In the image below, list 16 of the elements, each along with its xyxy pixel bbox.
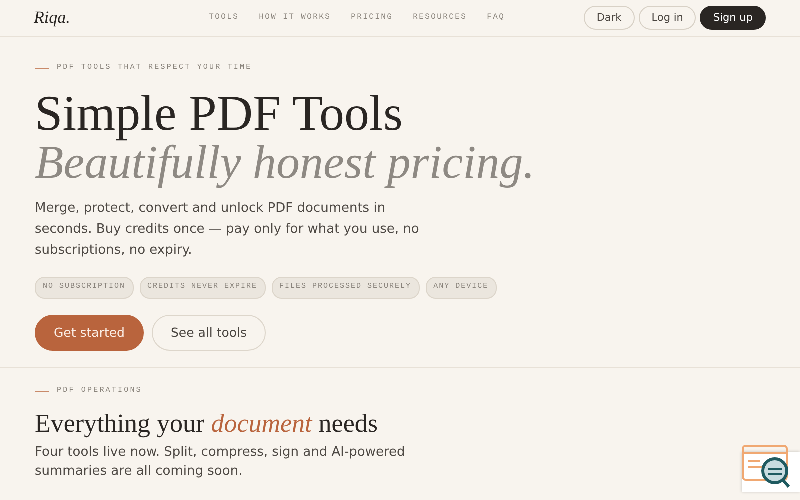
nav-link[interactable]: HOW IT WORKS — [259, 12, 332, 24]
nav-link[interactable]: PRICING — [351, 12, 394, 24]
hero-description: Merge, protect, convert and unlock PDF documents in seconds. Buy credits once — pay only for what you use, no subscriptions, no expiry. — [35, 200, 420, 260]
browser-search-icon[interactable] — [742, 445, 792, 490]
hero-title: Simple PDF Tools — [35, 88, 404, 138]
brand-logo[interactable]: Riqa. — [34, 5, 70, 31]
nav-link[interactable]: FAQ — [487, 12, 506, 24]
sign-up-button[interactable]: Sign up — [700, 6, 766, 30]
section-description: Four tools live now. Split, compress, sign and AI-powered summaries are all coming soon. — [35, 444, 406, 481]
section-title: Everything your document needs — [35, 408, 379, 439]
nav-link[interactable]: RESOURCES — [413, 12, 468, 24]
nav-link[interactable]: TOOLS — [209, 12, 240, 24]
header-button[interactable]: Dark — [584, 6, 635, 30]
see-tools-button[interactable]: See all tools — [152, 314, 266, 352]
get-started-button[interactable]: Get started — [35, 314, 144, 352]
header-button[interactable]: Log in — [638, 6, 696, 30]
